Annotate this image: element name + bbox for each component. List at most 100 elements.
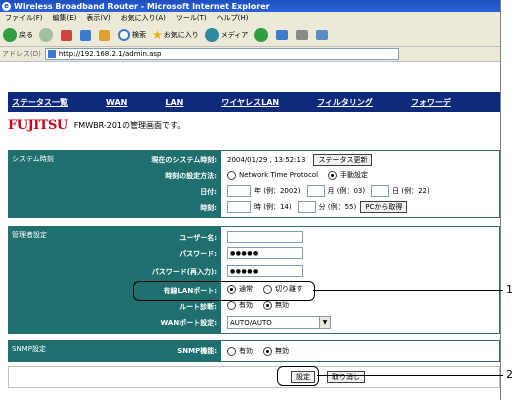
address-label: アドレス(D) bbox=[2, 50, 41, 58]
back-button[interactable]: 戻る bbox=[3, 28, 33, 42]
page-description: FMWBR-201の管理画面です。 bbox=[73, 121, 186, 130]
stop-button[interactable] bbox=[61, 29, 74, 41]
callout-1-leader bbox=[313, 290, 503, 291]
hour-hint: 時 (例：14) bbox=[254, 203, 292, 211]
media-button[interactable]: メディア bbox=[204, 28, 248, 42]
route-disable-radio[interactable] bbox=[263, 300, 272, 310]
history-icon bbox=[254, 28, 269, 42]
hour-input[interactable] bbox=[227, 201, 251, 213]
cancel-button[interactable]: 取り消し bbox=[327, 371, 365, 383]
manual-label: 手動設定 bbox=[340, 171, 369, 179]
snmp-disable-radio[interactable] bbox=[263, 346, 272, 356]
action-row: 設定 取り消し bbox=[8, 366, 500, 388]
month-hint: 月 (例：03) bbox=[327, 187, 366, 195]
minute-input[interactable] bbox=[297, 201, 316, 213]
refresh-icon bbox=[80, 29, 91, 41]
admin-values: ●●●●● ●●●●● 通常 切り離す 有効 無効 AUTO/AUTO ▼ bbox=[221, 227, 499, 333]
month-input[interactable] bbox=[306, 185, 325, 197]
address-input[interactable]: http://192.168.2.1/admin.asp bbox=[44, 48, 399, 60]
nav-filtering[interactable]: フィルタリング bbox=[317, 97, 373, 108]
password-confirm-input[interactable]: ●●●●● bbox=[227, 265, 303, 277]
menu-file[interactable]: ファイル(F) bbox=[5, 13, 43, 23]
route-disable-label: 無効 bbox=[275, 301, 289, 309]
year-hint: 年 (例：2002) bbox=[254, 187, 301, 195]
menu-bar: ファイル(F) 編集(E) 表示(V) お気に入り(A) ツール(T) ヘルプ(… bbox=[0, 12, 500, 24]
password-label: パスワード: bbox=[179, 250, 217, 258]
title-bar: e Wireless Broadband Router - Microsoft … bbox=[0, 0, 500, 12]
home-icon bbox=[99, 29, 110, 41]
nav-wan[interactable]: WAN bbox=[106, 98, 127, 107]
toolbar: 戻る 検索 ★ お気に入り メディア bbox=[0, 24, 500, 47]
wan-port-label: WANポート設定: bbox=[160, 319, 217, 327]
day-hint: 日 (例：22) bbox=[392, 187, 430, 195]
page-header: FUJITSU FMWBR-201の管理画面です。 bbox=[8, 118, 185, 133]
menu-edit[interactable]: 編集(E) bbox=[53, 13, 77, 23]
main-nav: ステータス一覧 WAN LAN ワイヤレスLAN フィルタリング フォワーデ bbox=[8, 90, 500, 112]
favorites-button[interactable]: ★ お気に入り bbox=[152, 28, 199, 42]
snmp-section: SNMP設定 SNMP機能: 有効 無効 bbox=[8, 340, 500, 362]
menu-tools[interactable]: ツール(T) bbox=[176, 13, 207, 23]
get-from-pc-button[interactable]: PCから取得 bbox=[360, 201, 408, 213]
time-label: 時刻: bbox=[200, 204, 217, 212]
snmp-heading: SNMP設定 bbox=[9, 341, 89, 361]
snmp-function-label: SNMP機能: bbox=[177, 347, 217, 355]
edit-button[interactable] bbox=[316, 30, 330, 40]
ie-icon: e bbox=[2, 1, 11, 11]
system-time-values: 2004/01/29 , 13:52:13 ステータス更新 Network Ti… bbox=[221, 151, 499, 217]
menu-favorites[interactable]: お気に入り(A) bbox=[121, 13, 166, 23]
nav-status[interactable]: ステータス一覧 bbox=[12, 97, 68, 108]
current-time-value: 2004/01/29 , 13:52:13 bbox=[227, 156, 306, 164]
mail-icon bbox=[276, 30, 289, 40]
user-name-label: ユーザー名: bbox=[179, 234, 217, 242]
media-icon bbox=[204, 28, 219, 42]
search-icon bbox=[118, 29, 130, 41]
current-time-label: 現在のシステム時刻: bbox=[151, 156, 217, 164]
address-url: http://192.168.2.1/admin.asp bbox=[58, 50, 162, 58]
ntp-radio[interactable] bbox=[227, 170, 236, 180]
user-name-input[interactable] bbox=[227, 231, 303, 243]
nav-lan[interactable]: LAN bbox=[165, 98, 183, 107]
mail-button[interactable] bbox=[276, 30, 290, 40]
print-button[interactable] bbox=[296, 30, 310, 40]
snmp-disable-label: 無効 bbox=[275, 347, 289, 355]
page-icon bbox=[47, 50, 56, 58]
route-enable-radio[interactable] bbox=[227, 300, 236, 310]
menu-view[interactable]: 表示(V) bbox=[86, 13, 110, 23]
home-button[interactable] bbox=[99, 29, 112, 41]
window-title: Wireless Broadband Router - Microsoft In… bbox=[14, 1, 270, 11]
snmp-enable-radio[interactable] bbox=[227, 346, 236, 356]
route-enable-label: 有効 bbox=[239, 301, 253, 309]
nav-forwarding[interactable]: フォワーデ bbox=[411, 97, 451, 108]
browser-window: e Wireless Broadband Router - Microsoft … bbox=[0, 0, 501, 400]
day-input[interactable] bbox=[371, 185, 390, 197]
chevron-down-icon: ▼ bbox=[319, 317, 330, 328]
search-button[interactable]: 検索 bbox=[118, 29, 146, 41]
wan-port-value: AUTO/AUTO bbox=[230, 318, 272, 327]
password-input[interactable]: ●●●●● bbox=[227, 247, 303, 259]
refresh-button[interactable] bbox=[80, 29, 93, 41]
system-time-heading: システム時刻 bbox=[9, 151, 89, 217]
nav-wireless-lan[interactable]: ワイヤレスLAN bbox=[221, 97, 279, 108]
callout-1: 1 bbox=[506, 283, 513, 296]
callout-2-leader bbox=[317, 375, 503, 376]
system-time-labels: 現在のシステム時刻: 時刻の設定方法: 日付: 時刻: bbox=[89, 151, 221, 217]
year-input[interactable] bbox=[227, 185, 251, 197]
status-refresh-button[interactable]: ステータス更新 bbox=[313, 154, 373, 166]
menu-help[interactable]: ヘルプ(H) bbox=[217, 13, 249, 23]
submit-highlight bbox=[277, 366, 319, 386]
manual-radio[interactable] bbox=[328, 170, 338, 180]
snmp-values: 有効 無効 bbox=[221, 341, 499, 361]
ntp-label: Network Time Protocol bbox=[239, 171, 319, 179]
time-method-label: 時刻の設定方法: bbox=[165, 172, 217, 180]
wan-port-select[interactable]: AUTO/AUTO ▼ bbox=[227, 316, 331, 329]
edit-icon bbox=[316, 30, 329, 40]
forward-button[interactable] bbox=[39, 28, 55, 42]
fujitsu-logo: FUJITSU bbox=[8, 118, 68, 133]
print-icon bbox=[296, 30, 309, 40]
wired-lan-highlight bbox=[133, 281, 315, 301]
snmp-enable-label: 有効 bbox=[239, 347, 253, 355]
system-time-section: システム時刻 現在のシステム時刻: 時刻の設定方法: 日付: 時刻: 2004/… bbox=[8, 150, 500, 218]
forward-arrow-icon bbox=[39, 28, 53, 42]
history-button[interactable] bbox=[254, 28, 270, 42]
address-bar: アドレス(D) http://192.168.2.1/admin.asp bbox=[0, 47, 500, 62]
